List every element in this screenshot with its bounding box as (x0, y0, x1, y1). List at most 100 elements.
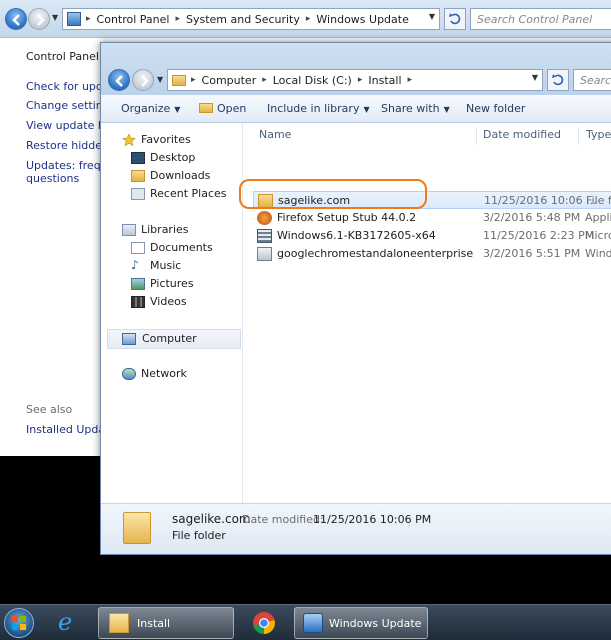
share-with-button[interactable]: Share with ▼ (381, 95, 450, 123)
folder-icon (109, 613, 129, 633)
installer-icon (257, 247, 272, 261)
taskbar-button-windows-update[interactable]: Windows Update (294, 607, 428, 639)
column-header-name[interactable]: Name (259, 123, 291, 147)
breadcrumb-item[interactable]: Local Disk (C:) (269, 74, 356, 87)
breadcrumb-item[interactable]: Windows Update (312, 13, 412, 26)
organize-button[interactable]: Organize ▼ (121, 95, 180, 123)
recent-pages-chevron-icon[interactable]: ▼ (157, 75, 163, 84)
column-header-type[interactable]: Type (586, 123, 611, 147)
breadcrumb-item[interactable]: Install (364, 74, 405, 87)
downloads-folder-icon (131, 170, 145, 182)
refresh-button[interactable] (444, 8, 466, 30)
chevron-right-icon: ▸ (305, 14, 311, 24)
address-bar[interactable]: ▸ Control Panel ▸ System and Security ▸ … (62, 8, 440, 30)
taskbar-chrome[interactable] (240, 607, 288, 639)
address-dropdown-icon[interactable]: ▼ (532, 73, 538, 82)
windows-logo-icon (12, 616, 26, 630)
sidebar-link-updates-faq-continued[interactable]: questions (26, 172, 79, 185)
start-button[interactable] (4, 608, 34, 638)
internet-explorer-icon: e (58, 608, 73, 636)
file-row[interactable]: Windows6.1-KB3172605-x64 11/25/2016 2:23… (253, 227, 611, 245)
taskbar-internet-explorer[interactable]: e (48, 607, 92, 639)
file-type: File fo (586, 194, 611, 207)
nav-libraries[interactable]: Libraries (101, 221, 241, 239)
file-date: 11/25/2016 2:23 PM (483, 229, 595, 242)
open-button[interactable]: Open (199, 95, 246, 123)
forward-arrow-icon (141, 75, 149, 87)
nav-network-label: Network (141, 367, 187, 380)
nav-item-label: Desktop (150, 151, 196, 164)
file-type: Micro (585, 229, 611, 242)
share-with-label: Share with (381, 102, 440, 115)
recent-pages-chevron-icon[interactable]: ▼ (52, 13, 58, 22)
nav-item-documents[interactable]: Documents (101, 239, 241, 257)
column-separator[interactable] (476, 127, 477, 145)
nav-item-desktop[interactable]: Desktop (101, 149, 241, 167)
control-panel-address-bar-area: ▼ ▸ Control Panel ▸ System and Security … (0, 0, 611, 38)
sidebar-title: Control Panel H (26, 50, 111, 63)
nav-item-recent-places[interactable]: Recent Places (101, 185, 241, 203)
breadcrumb-item[interactable]: Control Panel (93, 13, 174, 26)
forward-button[interactable] (28, 8, 50, 30)
chevron-right-icon: ▸ (191, 75, 196, 85)
nav-item-label: Pictures (150, 277, 194, 290)
nav-item-label: Music (150, 259, 182, 272)
nav-item-pictures[interactable]: Pictures (101, 275, 241, 293)
column-separator[interactable] (578, 127, 579, 145)
nav-item-videos[interactable]: Videos (101, 293, 241, 311)
file-name: Firefox Setup Stub 44.0.2 (277, 211, 417, 224)
nav-network[interactable]: Network (101, 365, 241, 383)
network-icon (122, 368, 136, 380)
documents-icon (131, 242, 145, 254)
back-button[interactable] (108, 69, 130, 91)
new-folder-button[interactable]: New folder (466, 95, 525, 123)
explorer-window: ▼ ▸ Computer ▸ Local Disk (C:) ▸ Install… (100, 42, 611, 555)
nav-item-label: Documents (150, 241, 213, 254)
refresh-icon (449, 13, 461, 25)
address-bar[interactable]: ▸ Computer ▸ Local Disk (C:) ▸ Install ▸… (167, 69, 543, 91)
address-dropdown-icon[interactable]: ▼ (429, 12, 435, 21)
taskbar-button-install[interactable]: Install (98, 607, 234, 639)
file-name: Windows6.1-KB3172605-x64 (277, 229, 436, 242)
forward-button[interactable] (132, 69, 154, 91)
nav-item-label: Downloads (150, 169, 211, 182)
refresh-icon (552, 74, 564, 86)
control-panel-sidebar: Control Panel H Check for updat Change s… (0, 38, 121, 456)
chevron-right-icon: ▸ (175, 14, 180, 24)
file-type: Windo (585, 247, 611, 260)
control-panel-icon (67, 12, 81, 26)
nav-item-label: Recent Places (150, 187, 227, 200)
refresh-button[interactable] (547, 69, 569, 91)
computer-icon (122, 333, 136, 345)
file-date: 11/25/2016 10:06 ... (484, 194, 597, 207)
videos-icon (131, 296, 145, 308)
taskbar-button-label: Install (137, 617, 171, 630)
nav-libraries-label: Libraries (141, 223, 189, 236)
back-button[interactable] (5, 8, 27, 30)
explorer-address-bar-area: ▼ ▸ Computer ▸ Local Disk (C:) ▸ Install… (101, 43, 611, 95)
music-icon: ♪ (131, 258, 139, 272)
update-package-icon (257, 229, 272, 243)
nav-computer-label: Computer (142, 332, 197, 345)
file-date: 3/2/2016 5:48 PM (483, 211, 581, 224)
breadcrumb-item[interactable]: System and Security (182, 13, 304, 26)
folder-icon (172, 74, 186, 86)
file-row[interactable]: googlechromestandaloneenterprise 3/2/201… (253, 245, 611, 263)
recent-places-icon (131, 188, 145, 200)
search-input[interactable]: Search (573, 69, 611, 91)
nav-item-music[interactable]: ♪ Music (101, 257, 241, 275)
include-in-library-button[interactable]: Include in library ▼ (267, 95, 370, 123)
column-header-date-modified[interactable]: Date modified (483, 123, 561, 147)
dropdown-arrow-icon: ▼ (174, 105, 181, 114)
nav-item-downloads[interactable]: Downloads (101, 167, 241, 185)
file-type: Applic (585, 211, 611, 224)
nav-computer[interactable]: Computer (107, 329, 241, 349)
forward-arrow-icon (37, 14, 45, 26)
chevron-right-icon: ▸ (407, 75, 413, 85)
firefox-icon (257, 211, 272, 225)
nav-favorites[interactable]: Favorites (101, 131, 241, 149)
file-row[interactable]: Firefox Setup Stub 44.0.2 3/2/2016 5:48 … (253, 209, 611, 227)
chevron-right-icon: ▸ (86, 14, 91, 24)
search-input[interactable]: Search Control Panel (470, 8, 611, 30)
breadcrumb-item[interactable]: Computer (198, 74, 261, 87)
